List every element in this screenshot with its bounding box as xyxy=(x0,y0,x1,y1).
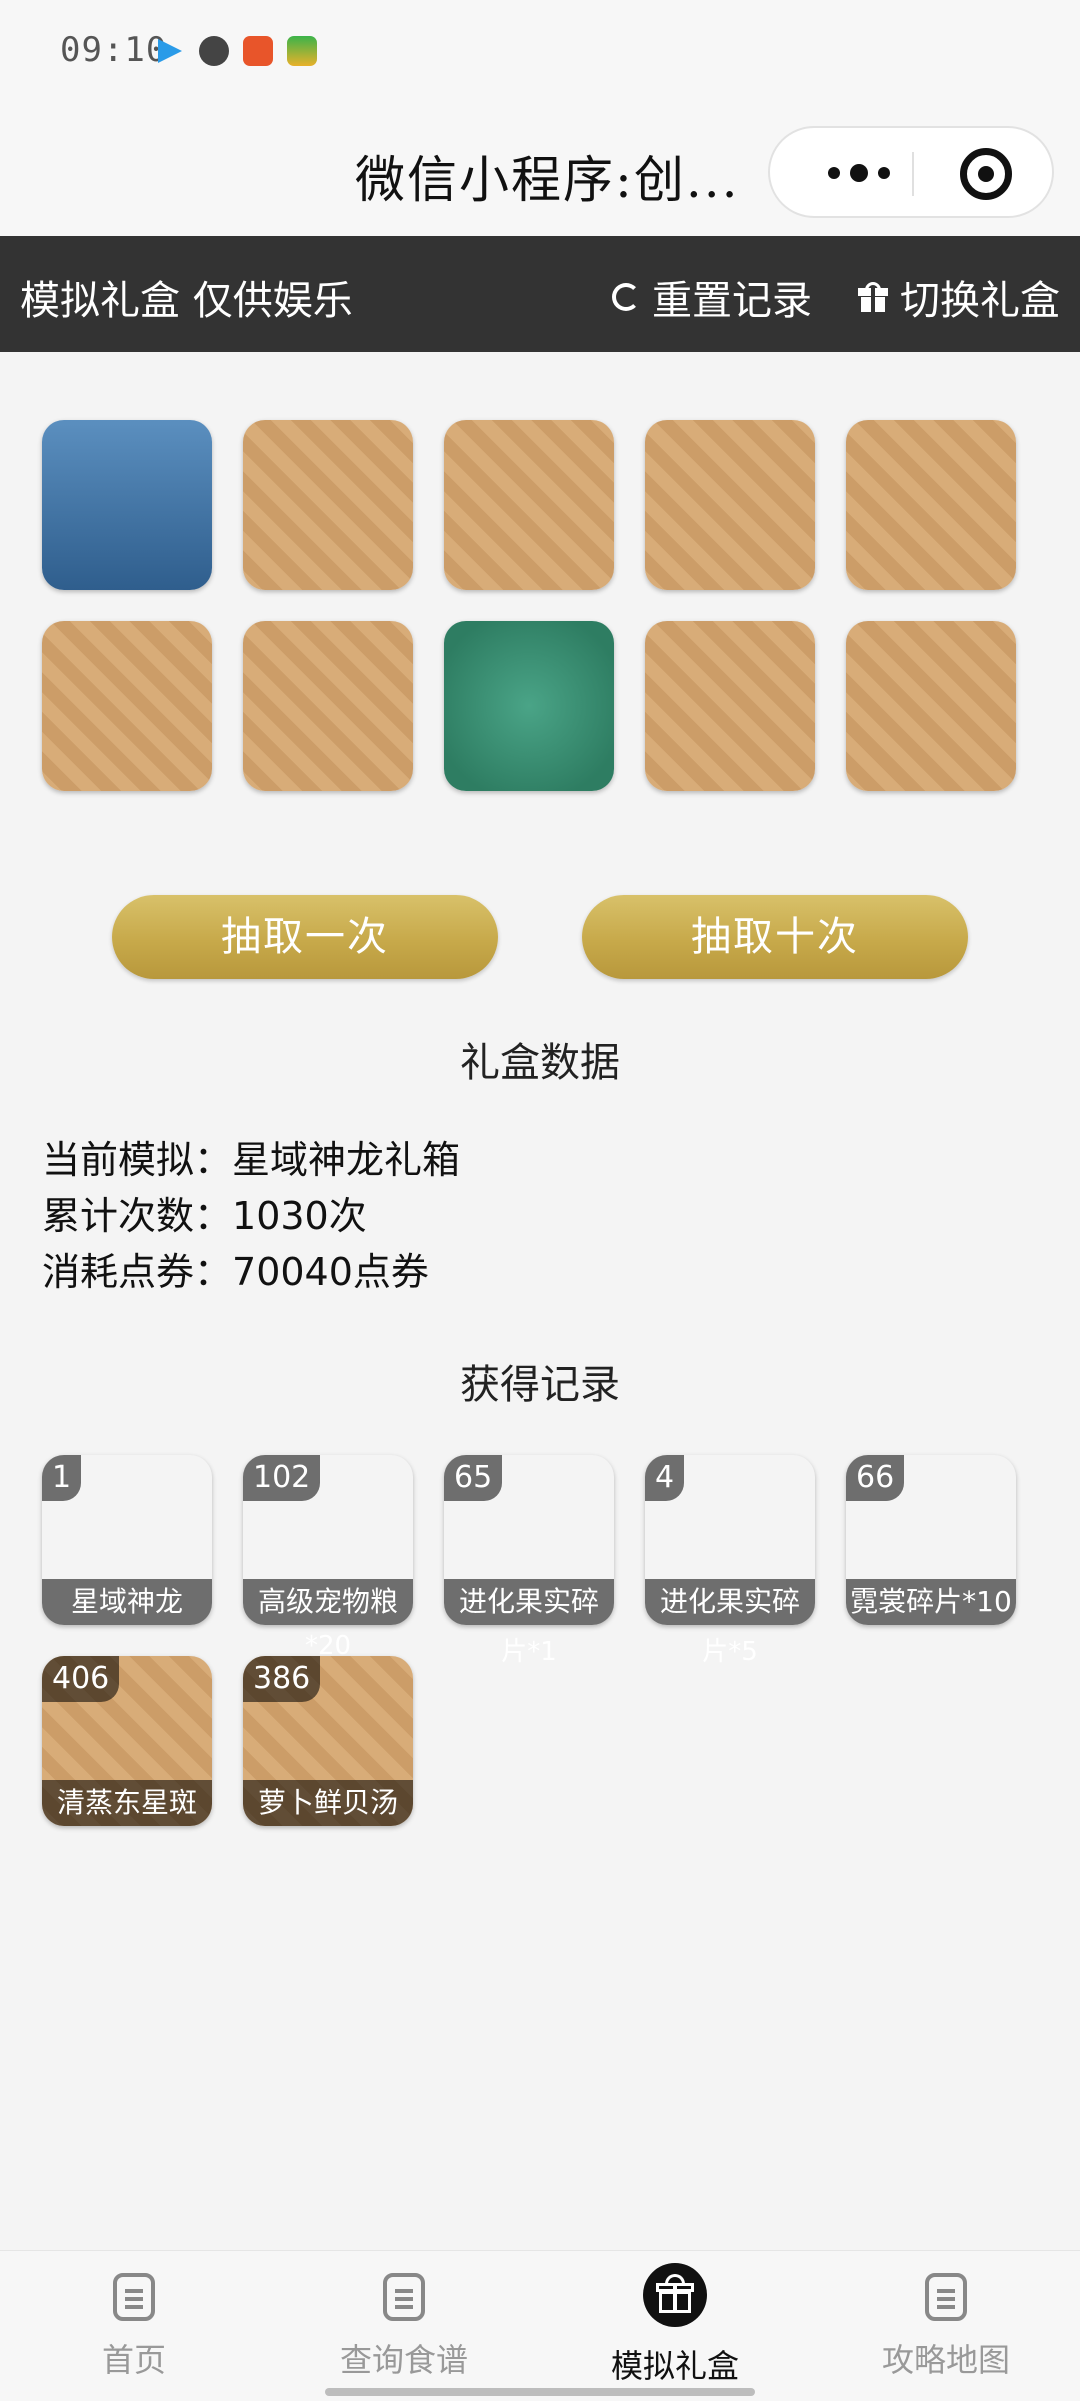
giftbox-stats: 当前模拟： 星域神龙礼箱 累计次数： 1030次 消耗点券： 70040点券 xyxy=(42,1132,460,1300)
stat-current-value: 星域神龙礼箱 xyxy=(232,1138,461,1182)
record-item[interactable]: 102 高级宠物粮 *20 xyxy=(243,1455,413,1661)
stat-current: 当前模拟： 星域神龙礼箱 xyxy=(42,1132,460,1188)
record-count: 386 xyxy=(243,1656,321,1702)
giftbox-data-title: 礼盒数据 xyxy=(460,1040,620,1086)
tab-home[interactable]: 首页 xyxy=(34,2273,234,2381)
record-item[interactable]: 1 星域神龙 xyxy=(42,1455,212,1625)
page-title: 模拟礼盒 仅供娱乐 xyxy=(20,278,353,324)
gift-icon xyxy=(858,282,888,312)
stat-cost-value: 70040点券 xyxy=(232,1250,429,1294)
tab-giftbox-label: 模拟礼盒 xyxy=(610,2347,739,2385)
stat-count-value: 1030次 xyxy=(232,1194,367,1238)
record-label: 高级宠物粮 xyxy=(243,1579,413,1625)
record-item[interactable]: 386 萝卜鲜贝汤 xyxy=(243,1656,413,1826)
switch-giftbox-button[interactable]: 切换礼盒 xyxy=(858,268,1060,326)
close-miniprogram-icon[interactable] xyxy=(960,148,1012,200)
status-bar: 09:10 xyxy=(0,0,1080,110)
draw-item-fish xyxy=(243,621,413,791)
cloud-app-icon xyxy=(199,36,229,66)
draw-item-pet-food-bag xyxy=(42,420,212,590)
record-count: 65 xyxy=(444,1455,503,1501)
document-icon xyxy=(383,2273,425,2321)
draw-item-evolution-fruit xyxy=(444,621,614,791)
record-count: 1 xyxy=(42,1455,82,1501)
record-count: 4 xyxy=(645,1455,685,1501)
document-icon xyxy=(925,2273,967,2321)
draw-item-soup xyxy=(645,420,815,590)
record-item[interactable]: 4 进化果实碎 片*5 xyxy=(645,1455,815,1667)
tab-home-label: 首页 xyxy=(101,2341,166,2379)
reset-records-label: 重置记录 xyxy=(652,278,812,324)
stat-current-label: 当前模拟： xyxy=(42,1138,233,1182)
bottom-tab-bar: 首页 查询食谱 模拟礼盒 攻略地图 xyxy=(0,2250,1080,2401)
miniprogram-title-bar: 微信小程序:创... xyxy=(0,110,1080,236)
draw-item-soup xyxy=(645,621,815,791)
status-notification-icons xyxy=(155,36,317,66)
switch-giftbox-label: 切换礼盒 xyxy=(900,278,1060,324)
draw-item-fish xyxy=(444,420,614,590)
record-label: 萝卜鲜贝汤 xyxy=(243,1780,413,1826)
record-label-overflow: 片*5 xyxy=(702,1637,758,1667)
record-item[interactable]: 65 进化果实碎 片*1 xyxy=(444,1455,614,1667)
record-label: 进化果实碎 xyxy=(645,1579,815,1625)
record-count: 102 xyxy=(243,1455,321,1501)
draw-once-button[interactable]: 抽取一次 xyxy=(112,895,498,979)
record-label: 星域神龙 xyxy=(42,1579,212,1625)
record-count: 66 xyxy=(846,1455,905,1501)
capsule-divider xyxy=(912,152,914,196)
draw-item-soup xyxy=(243,420,413,590)
tab-recipes-label: 查询食谱 xyxy=(339,2341,468,2379)
more-icon[interactable] xyxy=(828,158,890,188)
draw-item-fish xyxy=(846,621,1016,791)
stat-cost: 消耗点券： 70040点券 xyxy=(42,1244,460,1300)
status-time: 09:10 xyxy=(60,30,168,70)
app-header: 模拟礼盒 仅供娱乐 重置记录 切换礼盒 xyxy=(0,236,1080,352)
tab-map[interactable]: 攻略地图 xyxy=(846,2273,1046,2381)
tab-giftbox[interactable]: 模拟礼盒 xyxy=(575,2263,775,2387)
record-label-overflow: 片*1 xyxy=(501,1637,557,1667)
records-title: 获得记录 xyxy=(460,1362,620,1408)
store-app-icon xyxy=(243,36,273,66)
game-app-icon xyxy=(287,36,317,66)
tab-map-label: 攻略地图 xyxy=(881,2341,1010,2379)
record-label: 进化果实碎 xyxy=(444,1579,614,1625)
draw-ten-button[interactable]: 抽取十次 xyxy=(582,895,968,979)
record-label: 清蒸东星斑 xyxy=(42,1780,212,1826)
stat-count-label: 累计次数： xyxy=(42,1194,233,1238)
draw-item-soup xyxy=(42,621,212,791)
draw-item-soup xyxy=(846,420,1016,590)
document-icon xyxy=(113,2273,155,2321)
gift-icon xyxy=(643,2263,707,2327)
reset-records-button[interactable]: 重置记录 xyxy=(612,268,812,326)
refresh-icon xyxy=(612,283,640,311)
record-label: 霓裳碎片*10 xyxy=(846,1579,1016,1625)
miniprogram-capsule xyxy=(768,126,1054,218)
record-item[interactable]: 66 霓裳碎片*10 xyxy=(846,1455,1016,1625)
stat-count: 累计次数： 1030次 xyxy=(42,1188,460,1244)
play-app-icon xyxy=(158,39,182,63)
tab-recipes[interactable]: 查询食谱 xyxy=(304,2273,504,2381)
record-count: 406 xyxy=(42,1656,120,1702)
miniprogram-title: 微信小程序:创... xyxy=(355,151,740,209)
record-item[interactable]: 406 清蒸东星斑 xyxy=(42,1656,212,1826)
stat-cost-label: 消耗点券： xyxy=(42,1250,233,1294)
home-indicator[interactable] xyxy=(325,2388,755,2396)
